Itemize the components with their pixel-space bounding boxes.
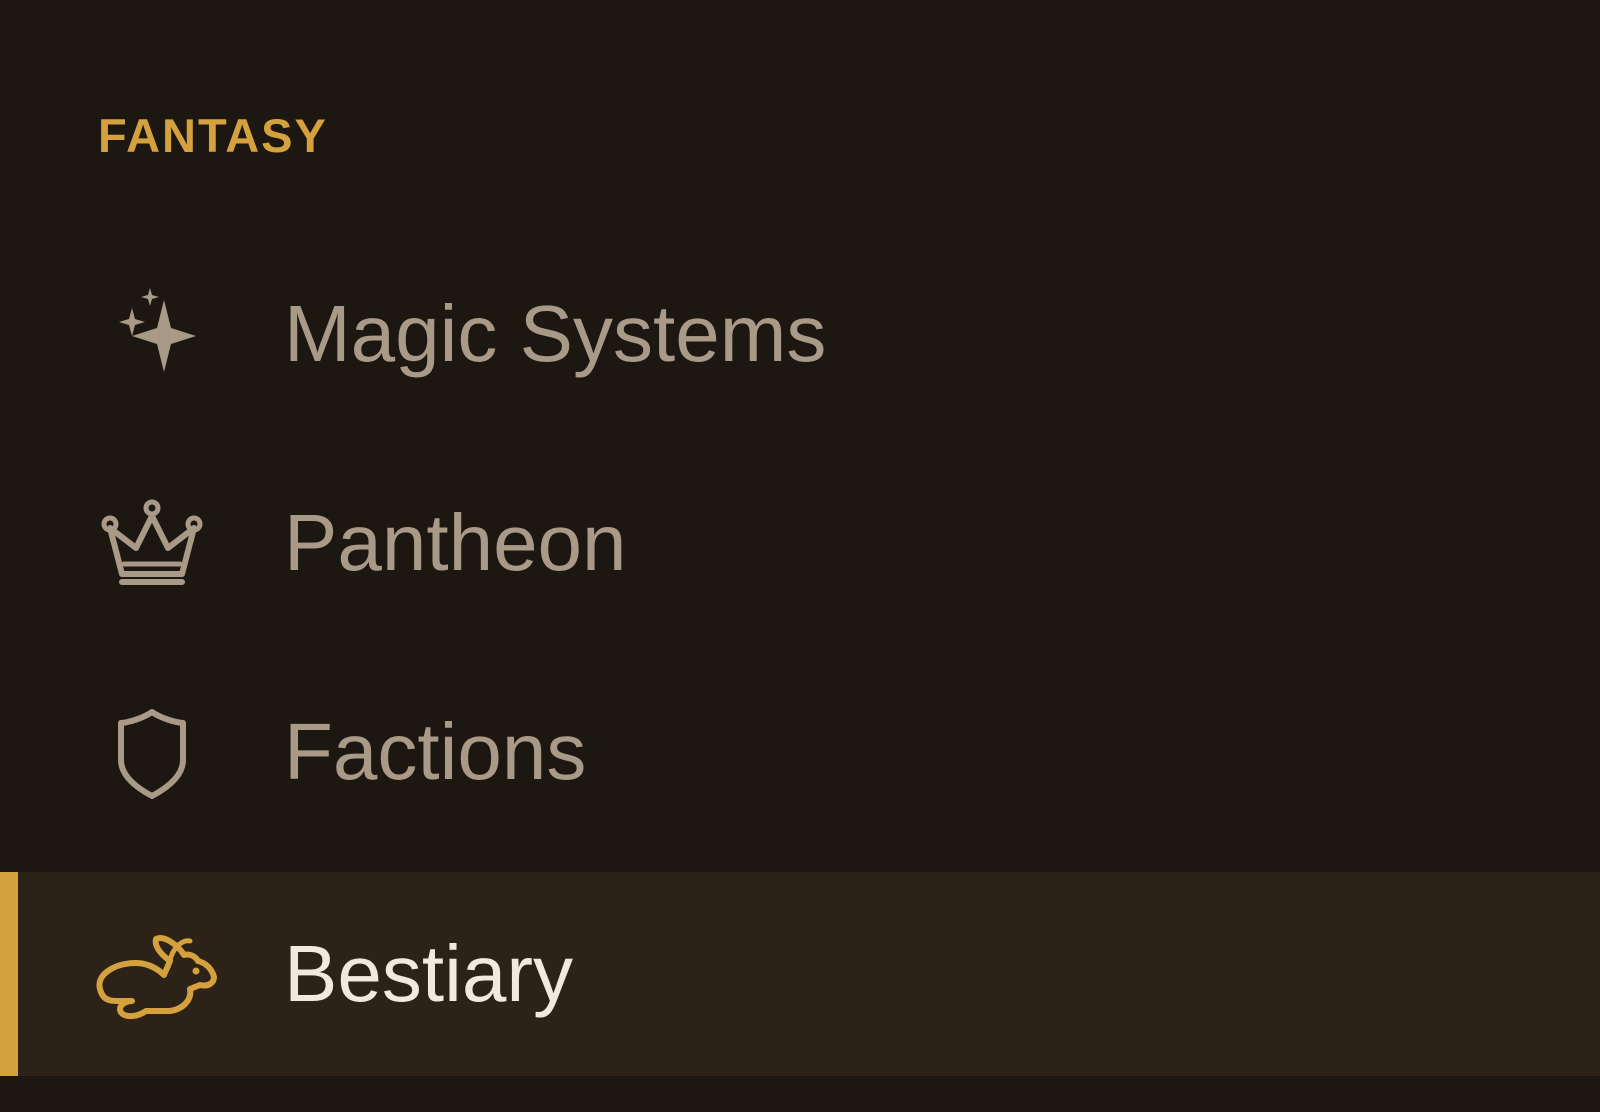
sparkles-icon: [82, 264, 222, 404]
sidebar-item-label: Factions: [284, 707, 587, 796]
sidebar-item-magic-systems[interactable]: Magic Systems: [0, 232, 1600, 436]
sidebar-item-label: Magic Systems: [284, 289, 827, 378]
sidebar-item-pantheon[interactable]: Pantheon: [0, 438, 1600, 642]
active-indicator: [0, 872, 18, 1076]
sidebar-item-bestiary[interactable]: Bestiary: [0, 872, 1600, 1076]
rabbit-icon: [84, 904, 224, 1044]
crown-icon: [82, 472, 222, 612]
sidebar-item-factions[interactable]: Factions: [0, 644, 1600, 848]
shield-icon: [82, 682, 222, 822]
sidebar-item-label: Pantheon: [284, 498, 627, 587]
sidebar: FANTASY Magic Systems Pantheon Factions …: [0, 0, 1600, 1112]
sidebar-item-label: Bestiary: [284, 929, 573, 1018]
section-header-fantasy: FANTASY: [98, 109, 328, 162]
